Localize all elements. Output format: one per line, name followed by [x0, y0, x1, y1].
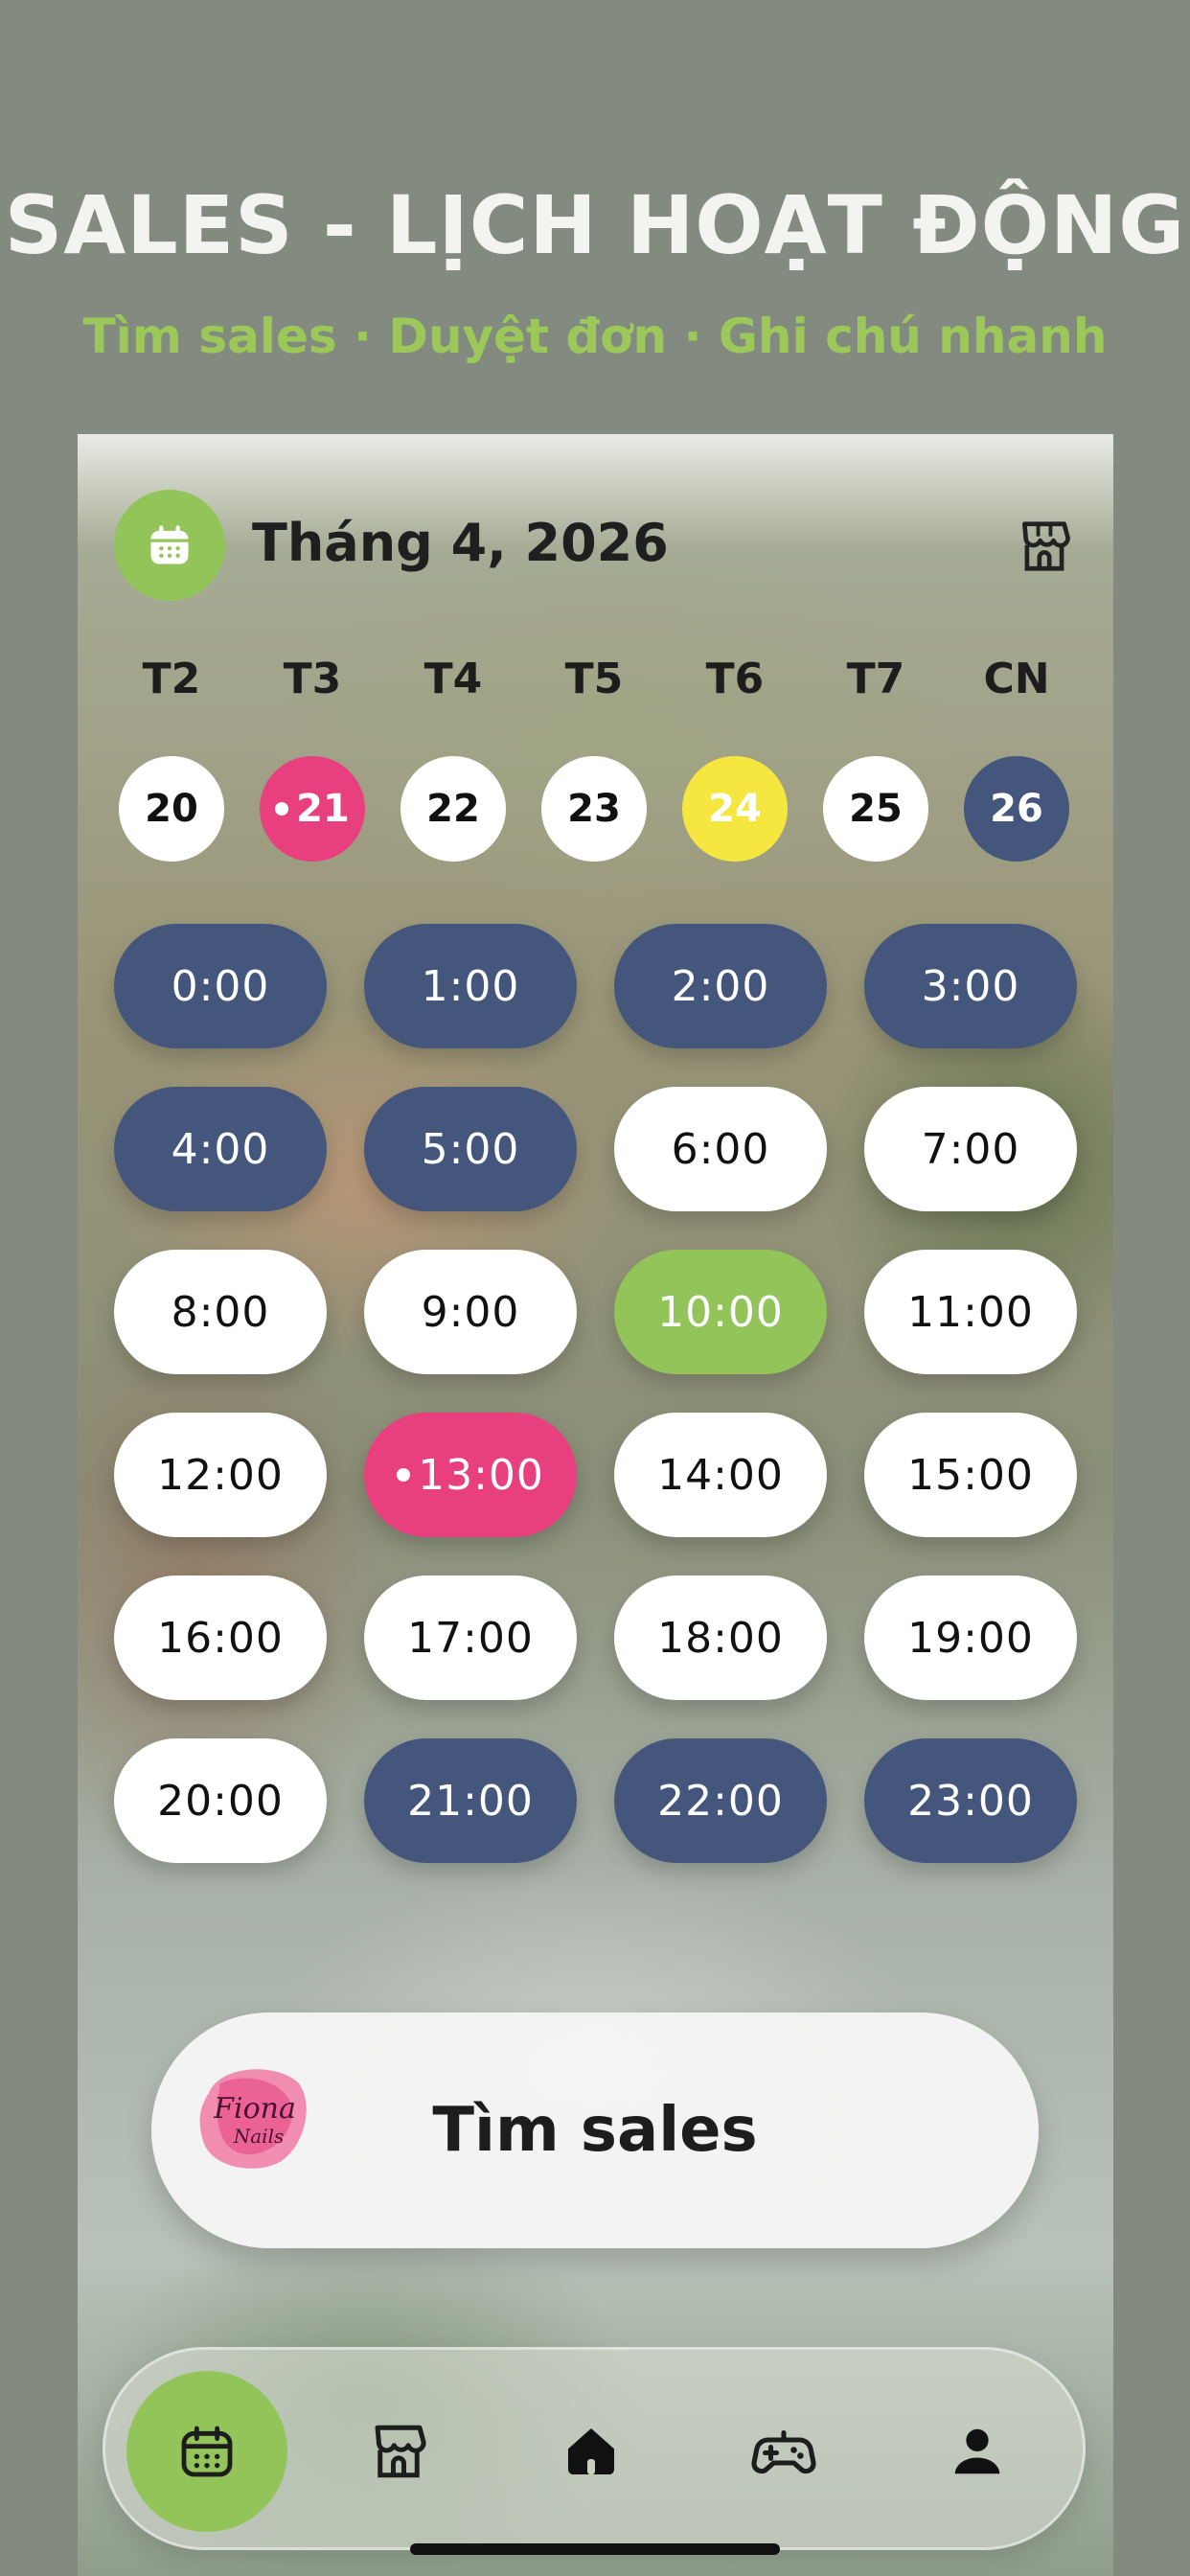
store-icon[interactable] — [1015, 517, 1074, 576]
time-slot[interactable]: 22:00 — [614, 1738, 827, 1863]
time-slot[interactable]: 2:00 — [614, 924, 827, 1048]
time-slot[interactable]: 23:00 — [864, 1738, 1077, 1863]
time-slot-label: 11:00 — [907, 1287, 1034, 1337]
time-slot[interactable]: 9:00 — [364, 1250, 577, 1374]
time-slot[interactable]: 6:00 — [614, 1087, 827, 1211]
day-22[interactable]: 22 — [400, 756, 506, 862]
time-slot-label: 16:00 — [157, 1613, 284, 1663]
time-slot[interactable]: 0:00 — [114, 924, 327, 1048]
day-number: 22 — [426, 787, 480, 831]
time-slot[interactable]: 1:00 — [364, 924, 577, 1048]
day-number: 26 — [990, 787, 1043, 831]
time-slot[interactable]: 17:00 — [364, 1576, 577, 1700]
day-23[interactable]: 23 — [541, 756, 647, 862]
time-slot-label: 0:00 — [171, 961, 270, 1011]
time-slot[interactable]: 4:00 — [114, 1087, 327, 1211]
weekday-label: T4 — [423, 655, 483, 703]
day-25[interactable]: 25 — [823, 756, 928, 862]
time-slot[interactable]: 13:00 — [364, 1413, 577, 1537]
page-subtitle: Tìm sales · Duyệt đơn · Ghi chú nhanh — [82, 309, 1108, 364]
event-dot — [275, 802, 289, 816]
tab-calendar[interactable] — [126, 2371, 287, 2532]
time-slot-label: 9:00 — [421, 1287, 520, 1337]
calendar-icon — [181, 2426, 233, 2477]
day-20[interactable]: 20 — [119, 756, 224, 862]
time-slot-label: 13:00 — [418, 1450, 544, 1500]
day-number: 24 — [708, 787, 762, 831]
home-icon — [568, 2428, 614, 2474]
day-24[interactable]: 24 — [682, 756, 788, 862]
day-number: 23 — [567, 787, 621, 831]
calendar-header-button[interactable] — [114, 490, 225, 601]
weekday-label: T7 — [846, 655, 905, 703]
weekday-label: T2 — [142, 655, 201, 703]
time-slot-label: 8:00 — [171, 1287, 270, 1337]
weekday-label: T3 — [283, 655, 342, 703]
day-21[interactable]: 21 — [260, 756, 365, 862]
time-slot[interactable]: 5:00 — [364, 1087, 577, 1211]
time-slot-label: 2:00 — [671, 961, 770, 1011]
tab-home[interactable] — [511, 2371, 672, 2532]
time-slot[interactable]: 21:00 — [364, 1738, 577, 1863]
time-slot[interactable]: 14:00 — [614, 1413, 827, 1537]
time-slot[interactable]: 3:00 — [864, 924, 1077, 1048]
time-slot[interactable]: 19:00 — [864, 1576, 1077, 1700]
gamepad-icon — [751, 2429, 816, 2474]
event-dot — [397, 1468, 411, 1482]
day-number: 20 — [145, 787, 198, 831]
time-slot[interactable]: 8:00 — [114, 1250, 327, 1374]
time-slot-label: 17:00 — [407, 1613, 534, 1663]
page-title: SALES - LỊCH HOẠT ĐỘNG — [4, 178, 1186, 272]
time-slot-label: 18:00 — [657, 1613, 784, 1663]
time-slot-label: 19:00 — [907, 1613, 1034, 1663]
time-slot[interactable]: 7:00 — [864, 1087, 1077, 1211]
month-label: Tháng 4, 2026 — [252, 513, 669, 573]
time-slot-label: 6:00 — [671, 1124, 770, 1174]
time-slot-label: 14:00 — [657, 1450, 784, 1500]
day-26[interactable]: 26 — [964, 756, 1069, 862]
weekday-label: T5 — [564, 655, 624, 703]
time-slot[interactable]: 10:00 — [614, 1250, 827, 1374]
day-number: 21 — [296, 787, 350, 831]
home-indicator — [410, 2543, 780, 2555]
find-sales-label: Tìm sales — [432, 2095, 758, 2166]
time-slot[interactable]: 12:00 — [114, 1413, 327, 1537]
calendar-icon — [150, 525, 189, 564]
time-slot[interactable]: 16:00 — [114, 1576, 327, 1700]
time-slot-label: 22:00 — [657, 1776, 784, 1826]
schedule-card: Tháng 4, 2026 T2 T3 T4 T5 T6 T7 CN 20 21 22 23 24 2… — [78, 434, 1113, 2576]
time-slot-label: 12:00 — [157, 1450, 284, 1500]
weekday-label: T6 — [705, 655, 765, 703]
store-icon — [375, 2425, 426, 2478]
tab-profile[interactable] — [897, 2371, 1058, 2532]
time-slot-label: 3:00 — [921, 961, 1020, 1011]
time-slot[interactable]: 15:00 — [864, 1413, 1077, 1537]
time-slot[interactable]: 18:00 — [614, 1576, 827, 1700]
tab-game[interactable] — [703, 2371, 864, 2532]
day-number: 25 — [849, 787, 903, 831]
time-slot-label: 7:00 — [921, 1124, 1020, 1174]
user-icon — [954, 2428, 1000, 2474]
time-slot-label: 20:00 — [157, 1776, 284, 1826]
time-slot[interactable]: 11:00 — [864, 1250, 1077, 1374]
time-slot-label: 4:00 — [171, 1124, 270, 1174]
find-sales-button[interactable]: Fiona Nails Tìm sales — [151, 2012, 1039, 2248]
bottom-tab-bar — [103, 2347, 1086, 2550]
tab-store[interactable] — [318, 2371, 479, 2532]
time-slot-label: 15:00 — [907, 1450, 1034, 1500]
time-slot-label: 5:00 — [421, 1124, 520, 1174]
weekday-label: CN — [983, 655, 1050, 703]
time-slot-label: 1:00 — [421, 961, 520, 1011]
time-slot-label: 23:00 — [907, 1776, 1034, 1826]
time-slot-label: 21:00 — [407, 1776, 534, 1826]
time-slot-label: 10:00 — [657, 1287, 784, 1337]
time-slot[interactable]: 20:00 — [114, 1738, 327, 1863]
